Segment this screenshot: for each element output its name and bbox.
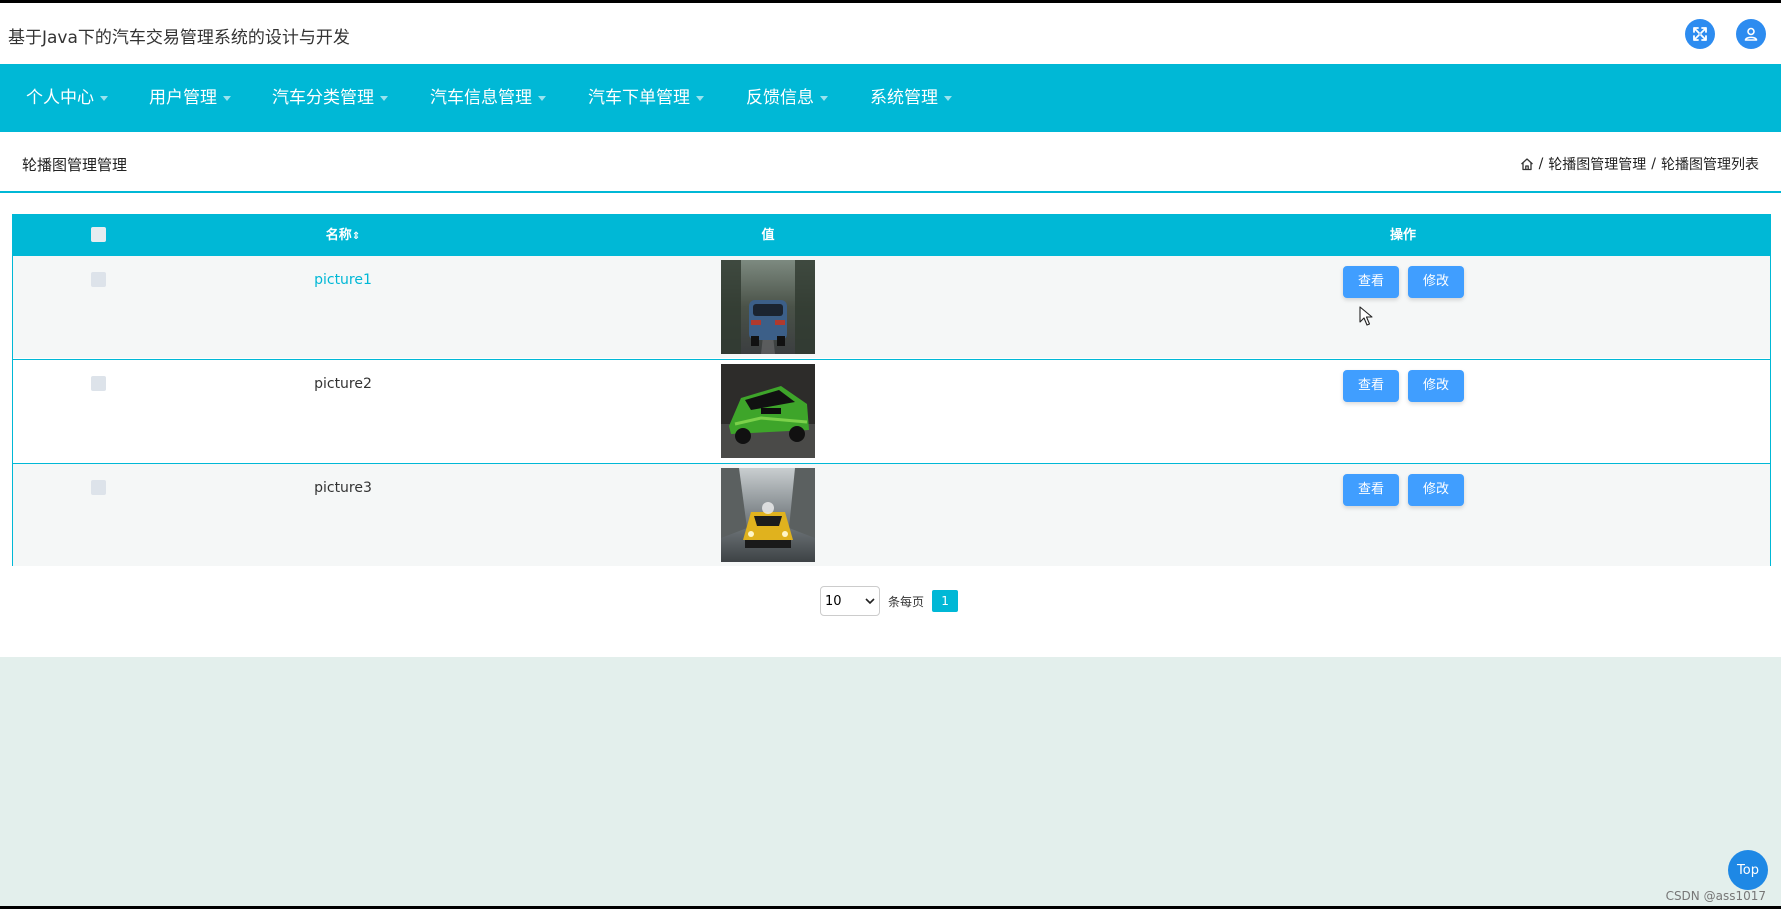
breadcrumb-separator: / (1538, 156, 1544, 172)
chevron-down-icon (223, 95, 231, 101)
nav-item-system[interactable]: 系统管理 (870, 64, 952, 132)
blue-car-rear-photo (721, 260, 815, 354)
nav-item-user-management[interactable]: 用户管理 (149, 64, 231, 132)
row-checkbox[interactable] (91, 376, 106, 391)
table-row: picture2 查看 修改 (13, 359, 1770, 462)
view-button[interactable]: 查看 (1343, 370, 1399, 402)
sort-icon: ⇕ (351, 231, 361, 242)
page-button-current[interactable]: 1 (932, 590, 959, 612)
column-header-actions: 操作 (1389, 228, 1417, 243)
nav-item-label: 用户管理 (149, 88, 217, 108)
page: 基于Java下的汽车交易管理系统的设计与开发 个人中心 用户管理 汽车分类管理 … (0, 3, 1781, 906)
view-button[interactable]: 查看 (1343, 266, 1399, 298)
nav-item-label: 反馈信息 (746, 88, 814, 108)
fullscreen-button[interactable] (1685, 19, 1715, 49)
green-sports-car-photo (721, 364, 815, 458)
chevron-down-icon (696, 95, 704, 101)
row-checkbox[interactable] (91, 272, 106, 287)
breadcrumb: / 轮播图管理管理 / 轮播图管理列表 (1520, 154, 1759, 174)
nav-item-personal-center[interactable]: 个人中心 (26, 64, 108, 132)
table-row: picture3 查看 修改 (13, 463, 1770, 566)
carousel-table: 名称⇕ 值 操作 picture1 查看 修改 picture2 查看 修改 p… (12, 214, 1771, 566)
chevron-down-icon (865, 598, 875, 605)
nav-item-car-category[interactable]: 汽车分类管理 (272, 64, 388, 132)
chevron-down-icon (820, 95, 828, 101)
user-icon (1744, 27, 1758, 41)
nav-item-label: 系统管理 (870, 88, 938, 108)
page-size-select[interactable]: 10 (820, 586, 880, 616)
nav-item-feedback[interactable]: 反馈信息 (746, 64, 828, 132)
row-name-link[interactable]: picture1 (314, 272, 372, 288)
column-header-name[interactable]: 名称⇕ (326, 215, 360, 256)
page-size-value: 10 (825, 593, 842, 609)
breadcrumb-item-current: 轮播图管理列表 (1661, 157, 1759, 173)
nav-item-label: 汽车分类管理 (272, 88, 374, 108)
nav-item-car-order[interactable]: 汽车下单管理 (588, 64, 704, 132)
content-panel: 轮播图管理管理 / 轮播图管理管理 / 轮播图管理列表 名称⇕ 值 操作 pic… (0, 132, 1781, 657)
select-all-checkbox[interactable] (91, 227, 106, 242)
chevron-down-icon (380, 95, 388, 101)
chevron-down-icon (944, 95, 952, 101)
breadcrumb-item[interactable]: 轮播图管理管理 (1548, 154, 1646, 174)
row-name: picture2 (314, 376, 372, 392)
chevron-down-icon (538, 95, 546, 101)
table-header: 名称⇕ 值 操作 (13, 215, 1770, 256)
page-title: 轮播图管理管理 (22, 156, 128, 174)
nav-item-label: 汽车下单管理 (588, 88, 690, 108)
edit-button[interactable]: 修改 (1408, 474, 1464, 506)
watermark: CSDN @ass1017 (1665, 889, 1766, 903)
back-to-top-button[interactable]: Top (1728, 850, 1768, 890)
edit-button[interactable]: 修改 (1408, 266, 1464, 298)
fullscreen-icon (1693, 27, 1707, 41)
user-button[interactable] (1736, 19, 1766, 49)
nav-item-label: 汽车信息管理 (430, 88, 532, 108)
edit-button[interactable]: 修改 (1408, 370, 1464, 402)
view-button[interactable]: 查看 (1343, 474, 1399, 506)
yellow-car-front-photo (721, 468, 815, 562)
chevron-down-icon (100, 95, 108, 101)
nav-item-label: 个人中心 (26, 88, 94, 108)
table-row: picture1 查看 修改 (13, 255, 1770, 358)
pagination: 10 条每页 1 (820, 586, 959, 616)
row-checkbox[interactable] (91, 480, 106, 495)
breadcrumb-separator: / (1651, 156, 1656, 172)
column-header-value: 值 (761, 228, 775, 243)
home-icon[interactable] (1520, 157, 1534, 171)
row-name: picture3 (314, 480, 372, 496)
per-page-label: 条每页 (888, 594, 925, 609)
main-nav: 个人中心 用户管理 汽车分类管理 汽车信息管理 汽车下单管理 反馈信息 系统管理 (0, 64, 1781, 132)
top-header: 基于Java下的汽车交易管理系统的设计与开发 (0, 3, 1781, 64)
column-header-label: 名称 (325, 228, 352, 243)
mouse-cursor-icon (1359, 306, 1373, 326)
nav-item-car-info[interactable]: 汽车信息管理 (430, 64, 546, 132)
title-bar: 轮播图管理管理 / 轮播图管理管理 / 轮播图管理列表 (0, 132, 1781, 193)
app-title: 基于Java下的汽车交易管理系统的设计与开发 (8, 28, 350, 48)
